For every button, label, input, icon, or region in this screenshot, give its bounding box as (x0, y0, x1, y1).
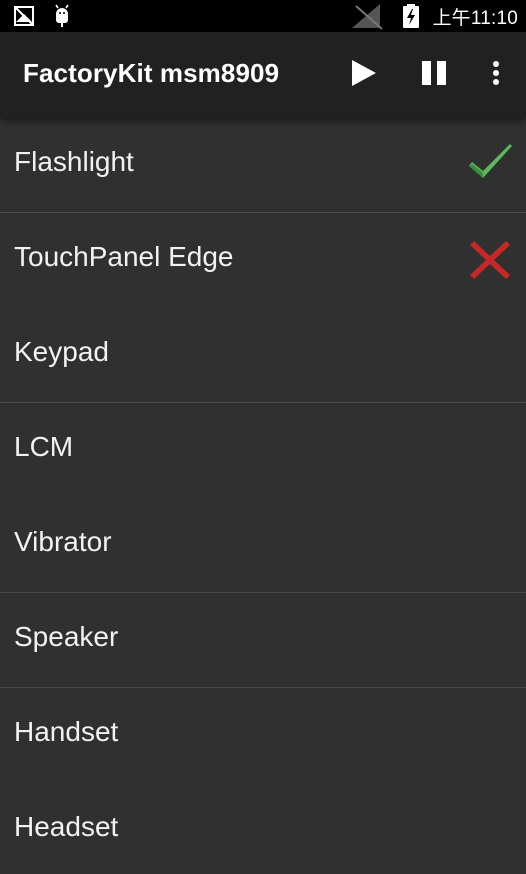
list-item[interactable]: Keypad (0, 308, 526, 403)
status-bar: 上午11:10 (0, 0, 526, 32)
overflow-menu-button[interactable] (473, 52, 519, 98)
list-item-label: Keypad (14, 336, 109, 367)
app-bar: FactoryKit msm8909 (0, 32, 526, 118)
list-item[interactable]: Flashlight (0, 118, 526, 213)
list-item-label: Handset (14, 716, 119, 747)
app-title: FactoryKit msm8909 (23, 58, 280, 88)
list-item-label: Speaker (14, 621, 119, 652)
list-item-label: Headset (14, 811, 119, 842)
play-icon (348, 58, 378, 93)
battery-charging-icon (402, 4, 420, 28)
status-bar-right: 上午11:10 (350, 0, 518, 32)
list-item[interactable]: Headset (0, 783, 526, 874)
list-item-label: TouchPanel Edge (14, 241, 234, 272)
list-item[interactable]: Handset (0, 688, 526, 783)
cross-icon (466, 235, 514, 283)
list-item[interactable]: Vibrator (0, 498, 526, 593)
list-item-label: Flashlight (14, 146, 134, 177)
test-item-list: Flashlight TouchPanel Edge Keypad LCM Vi… (0, 118, 526, 874)
list-item[interactable]: TouchPanel Edge (0, 213, 526, 308)
status-bar-left (12, 4, 88, 28)
android-debug-icon (50, 4, 74, 28)
pause-icon (420, 59, 448, 92)
overflow-menu-icon (492, 60, 500, 91)
signal-no-sim-icon (350, 2, 386, 30)
list-item[interactable]: LCM (0, 403, 526, 498)
check-icon (466, 140, 514, 188)
play-button[interactable] (340, 52, 386, 98)
status-clock: 上午11:10 (432, 7, 518, 29)
notification-image-icon (12, 4, 36, 28)
list-item[interactable]: Speaker (0, 593, 526, 688)
pause-button[interactable] (411, 52, 457, 98)
list-item-label: LCM (14, 431, 74, 462)
list-item-label: Vibrator (14, 526, 112, 557)
screen: 上午11:10 FactoryKit msm8909 Flashlight To… (0, 0, 526, 874)
